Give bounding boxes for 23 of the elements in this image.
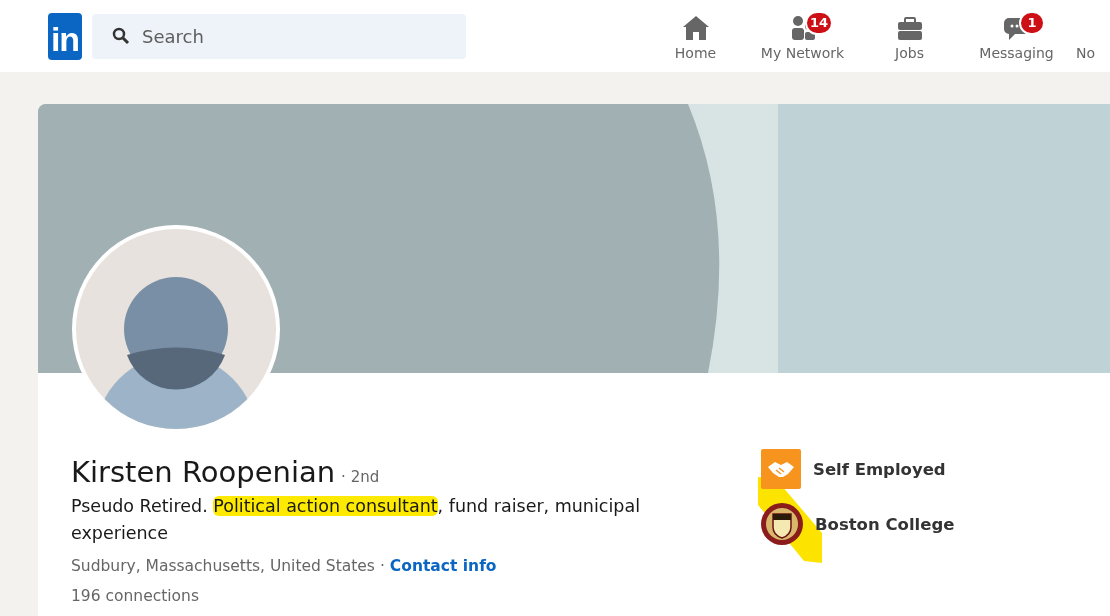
- notification-badge: 1: [1019, 10, 1045, 35]
- school-link[interactable]: Boston College: [815, 514, 955, 534]
- connection-degree: · 2nd: [341, 468, 380, 486]
- search-icon: [112, 26, 130, 45]
- briefcase-icon: [895, 14, 924, 41]
- nav-item[interactable]: Home: [642, 10, 749, 62]
- nav-item[interactable]: No: [1070, 10, 1110, 62]
- location: Sudbury, Massachusetts, United States: [71, 557, 375, 575]
- college-seal-logo: [761, 503, 803, 545]
- notification-badge: 14: [805, 10, 834, 35]
- contact-info-link[interactable]: Contact info: [389, 557, 497, 575]
- nav-item[interactable]: Jobs: [856, 10, 963, 62]
- nav-item[interactable]: My Network 14: [749, 10, 856, 62]
- handshake-logo: [761, 449, 801, 489]
- home-icon: [681, 14, 710, 41]
- nav-item[interactable]: Messaging 1: [963, 10, 1070, 62]
- logo[interactable]: in: [48, 12, 82, 60]
- connections-count: 196 connections: [71, 587, 200, 605]
- profile-headline: Pseudo Retired. Political action consultant, fund raiser, municipal experience: [71, 495, 641, 545]
- separator-dot: ·: [379, 557, 385, 575]
- profile-name: Kirsten Roopenian: [71, 455, 336, 489]
- search-field[interactable]: Search: [92, 13, 466, 59]
- company-link[interactable]: Self Employed: [813, 459, 946, 479]
